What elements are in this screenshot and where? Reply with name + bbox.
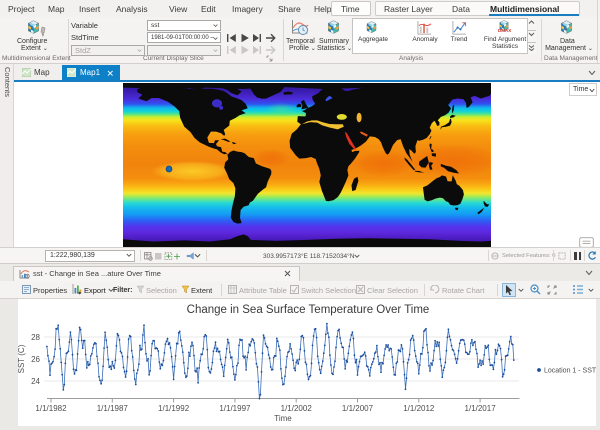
- svg-text:Time: Time: [274, 414, 292, 423]
- svg-text:1/1/1992: 1/1/1992: [158, 404, 190, 413]
- svg-text:1/1/2002: 1/1/2002: [281, 404, 313, 413]
- svg-text:SST (C): SST (C): [17, 344, 26, 373]
- svg-text:Change in Sea Surface Temperat: Change in Sea Surface Temperature Over T…: [187, 304, 430, 316]
- svg-text:1/1/1997: 1/1/1997: [219, 404, 251, 413]
- svg-text:1/1/2017: 1/1/2017: [465, 404, 497, 413]
- svg-text:26: 26: [31, 355, 40, 364]
- svg-text:1/1/2007: 1/1/2007: [342, 404, 374, 413]
- svg-text:28: 28: [31, 333, 40, 342]
- svg-text:Location 1 - SST: Location 1 - SST: [544, 368, 597, 375]
- svg-text:1/1/2012: 1/1/2012: [403, 404, 435, 413]
- svg-text:1/1/1982: 1/1/1982: [35, 404, 67, 413]
- svg-text:1/1/1987: 1/1/1987: [97, 404, 129, 413]
- svg-text:24: 24: [31, 377, 40, 386]
